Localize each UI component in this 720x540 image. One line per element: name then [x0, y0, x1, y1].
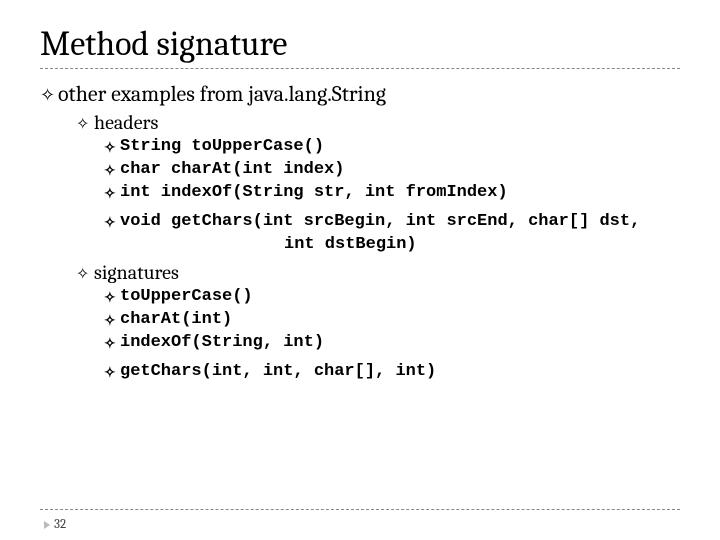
- lvl1-text: other examples from java.lang.String: [58, 81, 386, 107]
- code-text: charAt(int): [120, 309, 232, 332]
- header-item: ✧ char charAt(int index): [104, 159, 680, 182]
- code-text: int indexOf(String str, int fromIndex): [120, 182, 508, 205]
- bullet-icon: ✧: [76, 114, 94, 134]
- bullet-icon: ✧: [104, 288, 120, 307]
- header-item: ✧ void getChars(int srcBegin, int srcEnd…: [104, 211, 680, 234]
- signature-item: ✧ charAt(int): [104, 309, 680, 332]
- bullet-icon: ✧: [104, 138, 120, 157]
- header-item: ✧ int indexOf(String str, int fromIndex): [104, 182, 680, 205]
- code-text: void getChars(int srcBegin, int srcEnd, …: [120, 211, 640, 234]
- bullet-icon: ✧: [40, 85, 58, 106]
- bullet-lvl2-headers: ✧ headers: [76, 111, 680, 134]
- bullet-icon: ✧: [104, 184, 120, 203]
- bullet-icon: ✧: [104, 334, 120, 353]
- signatures-label: signatures: [94, 261, 179, 284]
- footer-divider: [40, 509, 680, 510]
- triangle-icon: [44, 521, 50, 529]
- bullet-lvl2-signatures: ✧ signatures: [76, 261, 680, 284]
- bullet-icon: ✧: [104, 213, 120, 232]
- bullet-icon: ✧: [76, 264, 94, 284]
- code-text: String toUpperCase(): [120, 136, 324, 159]
- bullet-lvl1: ✧ other examples from java.lang.String: [40, 81, 680, 107]
- slide-title: Method signature: [40, 24, 680, 64]
- signature-item: ✧ indexOf(String, int): [104, 332, 680, 355]
- bullet-icon: ✧: [104, 363, 120, 382]
- header-item-cont: int dstBegin): [104, 234, 680, 257]
- headers-label: headers: [94, 111, 158, 134]
- title-divider: [40, 68, 680, 69]
- code-text: char charAt(int index): [120, 159, 344, 182]
- page-number: 32: [44, 517, 66, 532]
- code-text: indexOf(String, int): [120, 332, 324, 355]
- bullet-icon: ✧: [104, 161, 120, 180]
- signature-item: ✧ toUpperCase(): [104, 286, 680, 309]
- page-number-text: 32: [54, 517, 66, 532]
- header-item: ✧ String toUpperCase(): [104, 136, 680, 159]
- signature-item: ✧ getChars(int, int, char[], int): [104, 361, 680, 384]
- code-text: toUpperCase(): [120, 286, 253, 309]
- bullet-icon: ✧: [104, 311, 120, 330]
- code-text: getChars(int, int, char[], int): [120, 361, 436, 384]
